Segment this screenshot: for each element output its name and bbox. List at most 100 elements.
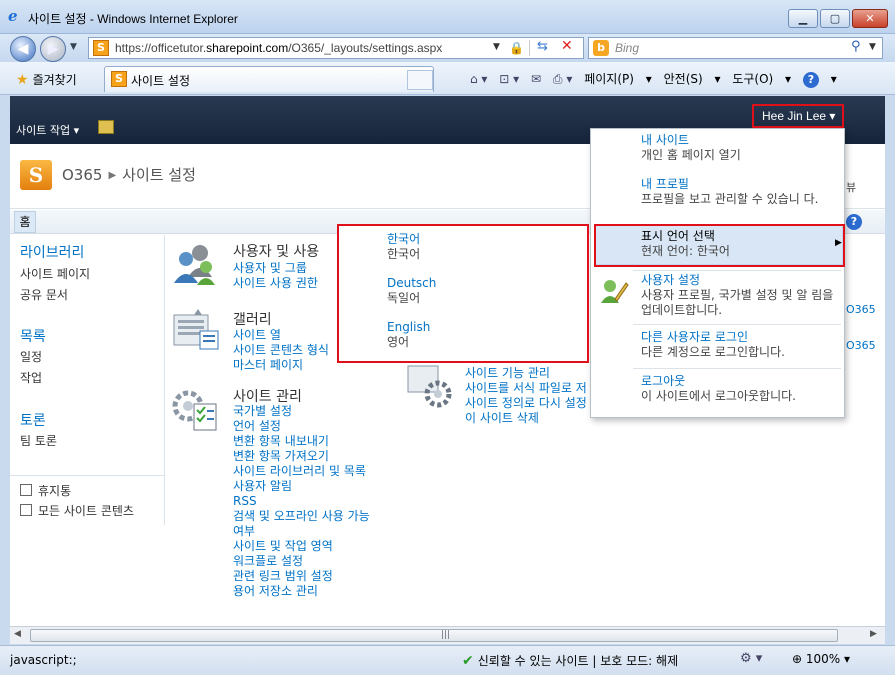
libraries-heading[interactable]: 라이브러리 [20,242,84,262]
menu-sign-out[interactable]: 로그아웃 이 사이트에서 로그아웃합니다. [641,374,841,404]
users-section-title: 사용자 및 사용 [233,244,320,260]
link-workflow-settings[interactable]: 워크플로 설정 [233,554,303,569]
print-icon[interactable]: ⎙ ▾ [553,72,572,86]
user-menu-button[interactable]: Hee Jin Lee ▾ [752,104,844,128]
close-button[interactable]: ✕ [852,9,888,28]
tab-title: 사이트 설정 [131,74,191,88]
maximize-button[interactable]: ▢ [820,9,850,28]
new-tab-button[interactable] [407,70,433,90]
link-reset-site-definition[interactable]: 사이트 정의로 다시 설정 [465,396,587,411]
link-language-settings[interactable]: 언어 설정 [233,419,281,434]
protected-mode-icon[interactable]: ⚙ ▾ [740,651,762,666]
link-search-offline-cont[interactable]: 여부 [233,524,255,539]
forward-button[interactable]: ▶ [40,36,66,62]
link-site-permissions[interactable]: 사이트 사용 권한 [233,276,318,291]
link-sites-workspaces[interactable]: 사이트 및 작업 영역 [233,539,333,554]
link-import-translations[interactable]: 변환 항목 가져오기 [233,449,329,464]
scroll-left-icon[interactable]: ◀ [14,629,21,639]
galleries-section: 갤러리 사이트 열 사이트 콘텐츠 형식 마스터 페이지 [170,309,350,372]
search-box[interactable]: b Bing ⚲ ▼ [588,37,883,59]
language-korean[interactable]: 한국어 한국어 [387,232,420,262]
discussions-heading[interactable]: 토론 [20,410,46,430]
link-term-store[interactable]: 용어 저장소 관리 [233,584,318,599]
highlight-frame-language [594,224,845,267]
feeds-icon[interactable]: ⊡ ▾ [499,72,519,86]
search-placeholder[interactable]: Bing [615,41,639,55]
back-button[interactable]: ◀ [10,36,36,62]
grip-icon: ||| [441,630,451,640]
browser-tab[interactable]: S 사이트 설정 [104,66,434,92]
users-icon [174,245,215,285]
nav-tasks[interactable]: 작업 [20,369,42,386]
help-icon[interactable]: ? [846,214,862,230]
galleries-section-title: 갤러리 [233,312,272,328]
right-partial-text: 뷰 [846,181,857,194]
lock-icon[interactable]: 🔒 [509,41,524,55]
favorites-button[interactable]: ★ 즐겨찾기 [16,71,77,88]
scroll-right-icon[interactable]: ▶ [870,629,877,639]
address-dropdown-icon[interactable]: ▼ [493,42,500,52]
horizontal-scrollbar[interactable]: ◀ ||| ▶ [10,626,885,644]
user-dropdown-menu: 내 사이트 개인 홈 페이지 열기 내 프로필 프로필을 보고 관리할 수 있습니 … [590,128,845,418]
link-regional-settings[interactable]: 국가별 설정 [233,404,292,419]
menu-divider [633,368,841,369]
favorites-row: ★ 즐겨찾기 S 사이트 설정 ⌂ ▾ ⊡ ▾ ✉ ⎙ ▾ 페이지(P) ▾ 안전… [0,62,895,95]
link-export-translations[interactable]: 변환 항목 내보내기 [233,434,329,449]
lists-heading[interactable]: 목록 [20,326,46,346]
link-save-as-template[interactable]: 사이트를 서식 파일로 저 [465,381,587,396]
quick-launch: 라이브러리 사이트 페이지 공유 문서 목록 일정 작업 토론 팀 토론 휴지통… [10,235,165,525]
sharepoint-tab-icon: S [111,71,127,87]
language-english[interactable]: English 영어 [387,320,430,350]
link-site-columns[interactable]: 사이트 열 [233,328,281,343]
security-zone[interactable]: ✔ 신뢰할 수 있는 사이트 | 보호 모드: 해제 [462,652,678,669]
refresh-icon[interactable]: ⇆ [537,39,548,54]
link-search-offline[interactable]: 검색 및 오프라인 사용 가능 [233,509,370,524]
nav-all-content[interactable]: 모든 사이트 콘텐츠 [20,502,134,519]
address-bar[interactable]: S https://officetutor.sharepoint.com/O36… [88,37,584,59]
nav-team-discussion[interactable]: 팀 토론 [20,432,57,449]
search-dropdown-icon[interactable]: ▼ [869,42,876,52]
help-icon[interactable]: ? [802,72,819,88]
home-icon[interactable]: ⌂ ▾ [470,72,487,86]
menu-my-site[interactable]: 내 사이트 개인 홈 페이지 열기 [641,133,841,163]
language-german[interactable]: Deutsch 독일어 [387,276,436,306]
link-content-types[interactable]: 사이트 콘텐츠 형식 [233,343,329,358]
right-partial-link-2[interactable]: O365 [846,338,876,353]
nav-site-pages[interactable]: 사이트 페이지 [20,265,90,282]
edit-page-icon[interactable] [98,120,114,134]
nav-shared-documents[interactable]: 공유 문서 [20,286,68,303]
site-actions-menu[interactable]: 사이트 작업 ▾ [16,122,79,138]
tools-menu[interactable]: 도구(O) ▾ [732,72,791,86]
breadcrumb-site[interactable]: O365 [62,166,102,184]
scroll-thumb[interactable]: ||| [30,629,838,642]
sharepoint-logo: S [20,160,52,190]
nav-divider [10,475,165,476]
zoom-control[interactable]: ⊕ 100% ▾ [792,652,850,666]
link-master-pages[interactable]: 마스터 페이지 [233,358,303,373]
safety-menu[interactable]: 안전(S) ▾ [664,72,721,86]
tab-home[interactable]: 홈 [14,211,36,233]
link-manage-site-features[interactable]: 사이트 기능 관리 [465,366,550,381]
address-separator [529,40,530,56]
link-related-links-scope[interactable]: 관련 링크 범위 설정 [233,569,333,584]
title-bar: e 사이트 설정 - Windows Internet Explorer ▁ ▢… [0,0,895,34]
link-user-alerts[interactable]: 사용자 알림 [233,479,292,494]
right-partial-link-1[interactable]: O365 [846,302,876,317]
nav-calendar[interactable]: 일정 [20,348,42,365]
search-icon[interactable]: ⚲ [851,39,861,54]
link-rss[interactable]: RSS [233,494,257,509]
history-dropdown-icon[interactable]: ▼ [70,42,77,52]
nav-recycle-bin[interactable]: 휴지통 [20,482,71,499]
menu-sign-in-different-user[interactable]: 다른 사용자로 로그인 다른 계정으로 로그인합니다. [641,330,841,360]
link-libraries-lists[interactable]: 사이트 라이브러리 및 목록 [233,464,366,479]
page-menu[interactable]: 페이지(P) ▾ [584,72,652,86]
minimize-button[interactable]: ▁ [788,9,818,28]
menu-user-settings[interactable]: 사용자 설정 사용자 프로필, 국가별 설정 및 알 림을 업데이트합니다. [641,273,841,318]
menu-my-profile[interactable]: 내 프로필 프로필을 보고 관리할 수 있습니 다. [641,177,841,207]
sharepoint-favicon-icon: S [93,40,109,56]
link-users-groups[interactable]: 사용자 및 그룹 [233,261,307,276]
url-text[interactable]: https://officetutor.sharepoint.com/O365/… [115,41,442,55]
stop-icon[interactable]: ✕ [561,38,573,54]
mail-icon[interactable]: ✉ [531,72,541,86]
link-delete-site[interactable]: 이 사이트 삭제 [465,411,539,426]
